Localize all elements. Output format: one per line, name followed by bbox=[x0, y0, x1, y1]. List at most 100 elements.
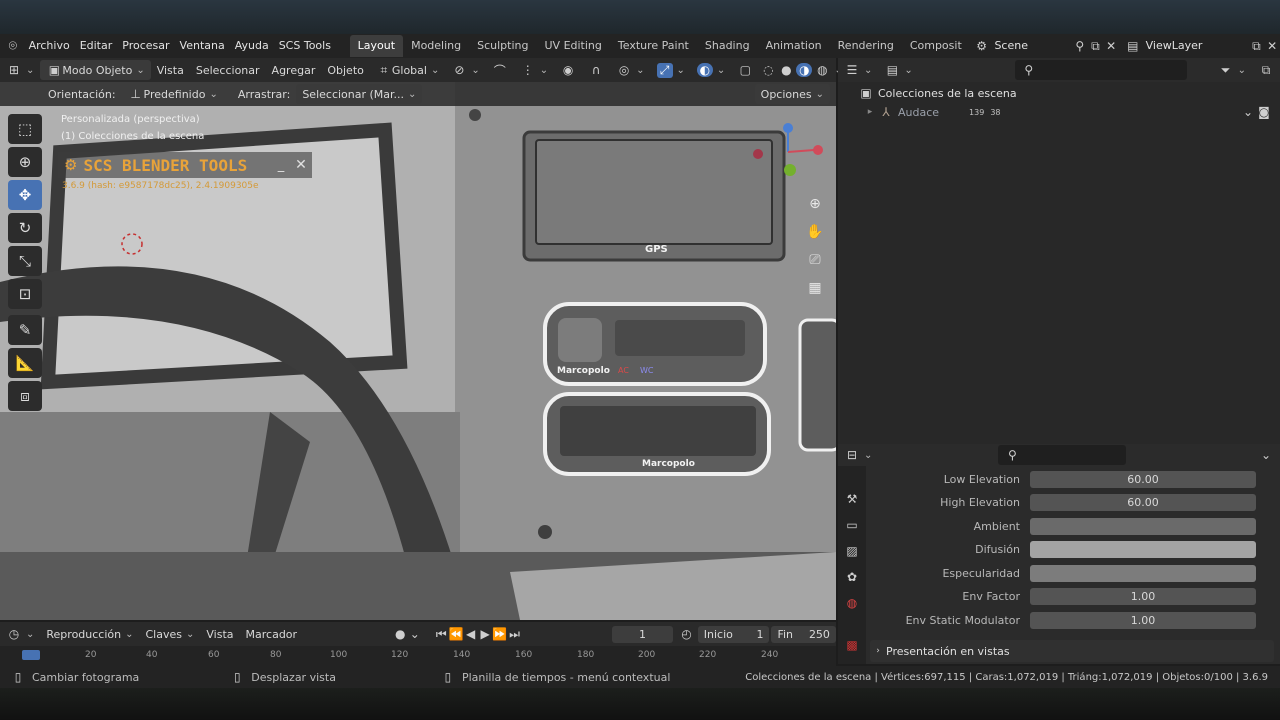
viewport-display-section[interactable]: › Presentación en vistas bbox=[870, 640, 1274, 662]
timeline-ruler[interactable]: 20 40 60 80 100 120 140 160 180 200 220 … bbox=[0, 646, 836, 666]
blender-logo[interactable]: ⌾ bbox=[2, 38, 24, 54]
menu-agregar[interactable]: Agregar bbox=[266, 60, 322, 80]
tab-animation[interactable]: Animation bbox=[758, 35, 830, 57]
outliner-child-row[interactable]: ▸ ⅄ Audace 139 38 ⌄ ◙ bbox=[862, 105, 1272, 119]
gizmo-toggle[interactable]: ⤢ bbox=[651, 60, 691, 80]
proportional-toggle[interactable]: ◉ bbox=[554, 60, 582, 80]
menu-archivo[interactable]: Archivo bbox=[24, 34, 75, 58]
viewlayer-selector[interactable]: ViewLayer bbox=[1141, 34, 1249, 58]
tab-sculpting[interactable]: Sculpting bbox=[469, 35, 536, 57]
tab-modeling[interactable]: Modeling bbox=[403, 35, 469, 57]
outliner-root-row[interactable]: ▣ Colecciones de la escena bbox=[858, 86, 1016, 100]
end-frame-field[interactable]: Fin 250 bbox=[771, 625, 836, 643]
falloff-selector[interactable]: ∩ bbox=[582, 60, 610, 80]
close-viewlayer-icon[interactable]: ✕ bbox=[1264, 39, 1280, 53]
render-camera-icon[interactable]: ◙ bbox=[1256, 105, 1272, 119]
stopwatch-icon[interactable]: ◴ bbox=[679, 627, 693, 641]
overlay-toggle[interactable]: ◐ bbox=[691, 60, 731, 80]
tab-layout[interactable]: Layout bbox=[349, 35, 404, 57]
zoom-icon[interactable]: ⊕ bbox=[803, 192, 827, 216]
annotate-icon[interactable]: ✎ bbox=[8, 315, 42, 345]
measure-icon[interactable]: 📐 bbox=[8, 348, 42, 378]
outliner-editor-type[interactable]: ☰ bbox=[838, 60, 878, 80]
play-reverse-icon[interactable]: ◀ bbox=[463, 627, 477, 641]
cursor-icon[interactable]: ⊕ bbox=[8, 147, 42, 177]
outliner-search[interactable]: ⚲ bbox=[1014, 60, 1187, 80]
menu-ayuda[interactable]: Ayuda bbox=[230, 34, 274, 58]
tab-rendering[interactable]: Rendering bbox=[830, 35, 902, 57]
select-box-icon[interactable]: ⬚ bbox=[8, 114, 42, 144]
menu-seleccionar[interactable]: Seleccionar bbox=[190, 60, 266, 80]
editor-type-button[interactable]: ⊞ bbox=[0, 60, 40, 80]
playhead[interactable] bbox=[22, 650, 40, 660]
next-key-icon[interactable]: ⏩ bbox=[492, 627, 507, 641]
mode-selector[interactable]: ▣ Modo Objeto bbox=[40, 60, 151, 80]
texture-tab-icon[interactable]: ▩ bbox=[844, 638, 860, 652]
menu-reproduccion[interactable]: Reproducción bbox=[40, 624, 139, 644]
menu-claves[interactable]: Claves bbox=[140, 624, 201, 644]
new-collection-button[interactable]: ⧉ bbox=[1252, 60, 1280, 80]
start-frame-field[interactable]: Inicio 1 bbox=[697, 625, 770, 643]
move-icon[interactable]: ✥ bbox=[8, 180, 42, 210]
record-icon[interactable]: ● bbox=[393, 627, 407, 641]
close-addon-icon[interactable]: ✕ bbox=[290, 157, 312, 173]
prop-value-field[interactable]: 1.00 bbox=[1030, 587, 1256, 605]
tab-compositing[interactable]: Composit bbox=[902, 35, 970, 57]
menu-ventana[interactable]: Ventana bbox=[175, 34, 230, 58]
rotate-icon[interactable]: ↻ bbox=[8, 213, 42, 243]
tab-texture-paint[interactable]: Texture Paint bbox=[610, 35, 697, 57]
specular-color-field[interactable] bbox=[1030, 564, 1256, 582]
menu-scs-tools[interactable]: SCS Tools bbox=[274, 34, 336, 58]
ambient-color-field[interactable] bbox=[1030, 517, 1256, 535]
grid-icon[interactable]: ▦ bbox=[803, 276, 827, 300]
prop-value-field[interactable]: 1.00 bbox=[1030, 611, 1256, 629]
prop-value-field[interactable]: 60.00 bbox=[1030, 470, 1256, 488]
tab-uv-editing[interactable]: UV Editing bbox=[537, 35, 610, 57]
new-viewlayer-icon[interactable]: ⧉ bbox=[1249, 39, 1265, 54]
xray-toggle[interactable]: ▢ bbox=[731, 60, 759, 80]
options-button[interactable]: Opciones bbox=[754, 84, 830, 104]
prev-key-icon[interactable]: ⏪ bbox=[448, 627, 463, 641]
transform-orientation-selector[interactable]: ⌗ Global bbox=[370, 60, 445, 80]
snap-toggle[interactable]: ⌒ bbox=[486, 60, 514, 80]
jump-start-icon[interactable]: ⏮ bbox=[434, 627, 448, 642]
timeline-editor-type[interactable]: ◷ bbox=[0, 624, 40, 644]
pin-icon[interactable]: ⚲ bbox=[1072, 39, 1088, 53]
menu-marcador[interactable]: Marcador bbox=[240, 624, 304, 644]
transform-icon[interactable]: ⊡ bbox=[8, 279, 42, 309]
scene-icon[interactable]: ⚙ bbox=[974, 39, 990, 53]
pivot-selector[interactable]: ⊘ bbox=[445, 60, 485, 80]
new-scene-icon[interactable]: ⧉ bbox=[1088, 39, 1104, 54]
prop-value-field[interactable]: 60.00 bbox=[1030, 493, 1256, 511]
visibility-icon[interactable]: ⌄ bbox=[1240, 105, 1256, 119]
menu-objeto[interactable]: Objeto bbox=[321, 60, 370, 80]
shading-material[interactable]: ◑ bbox=[795, 60, 813, 80]
expand-arrow-icon[interactable]: ▸ bbox=[862, 107, 878, 117]
menu-editar[interactable]: Editar bbox=[75, 34, 118, 58]
current-frame-field[interactable]: 1 bbox=[611, 625, 674, 643]
orientation-selector[interactable]: ⊥ Predefinido bbox=[122, 84, 224, 104]
visibility-selector[interactable]: ◎ bbox=[610, 60, 650, 80]
menu-vista[interactable]: Vista bbox=[151, 60, 190, 80]
tab-shading[interactable]: Shading bbox=[697, 35, 758, 57]
diffuse-color-field[interactable] bbox=[1030, 540, 1256, 558]
scale-icon[interactable]: ⤡ bbox=[8, 246, 42, 276]
drag-selector[interactable]: Seleccionar (Mar... bbox=[296, 84, 423, 104]
close-icon[interactable]: ✕ bbox=[1103, 39, 1119, 53]
filter-button[interactable]: ⏷ bbox=[1212, 60, 1252, 80]
scene-selector[interactable]: Scene bbox=[989, 34, 1072, 58]
properties-search[interactable]: ⚲ bbox=[998, 445, 1127, 465]
viewlayer-icon[interactable]: ▤ bbox=[1125, 39, 1141, 53]
menu-procesar[interactable]: Procesar bbox=[117, 34, 174, 58]
camera-icon[interactable]: ⎚ bbox=[803, 248, 827, 272]
menu-vista-timeline[interactable]: Vista bbox=[200, 624, 239, 644]
add-cube-icon[interactable]: ⧈ bbox=[8, 381, 42, 411]
play-icon[interactable]: ▶ bbox=[478, 627, 492, 641]
display-mode-selector[interactable]: ▤ bbox=[878, 60, 918, 80]
snap-target-selector[interactable]: ⋮ bbox=[514, 60, 554, 80]
hand-icon[interactable]: ✋ bbox=[803, 220, 827, 244]
properties-options[interactable]: ⌄ bbox=[1252, 445, 1280, 465]
shading-wireframe[interactable]: ◌ bbox=[759, 60, 777, 80]
3d-viewport[interactable]: Personalizada (perspectiva) (1) Coleccio… bbox=[0, 82, 836, 620]
minimize-icon[interactable]: _ bbox=[272, 158, 290, 173]
